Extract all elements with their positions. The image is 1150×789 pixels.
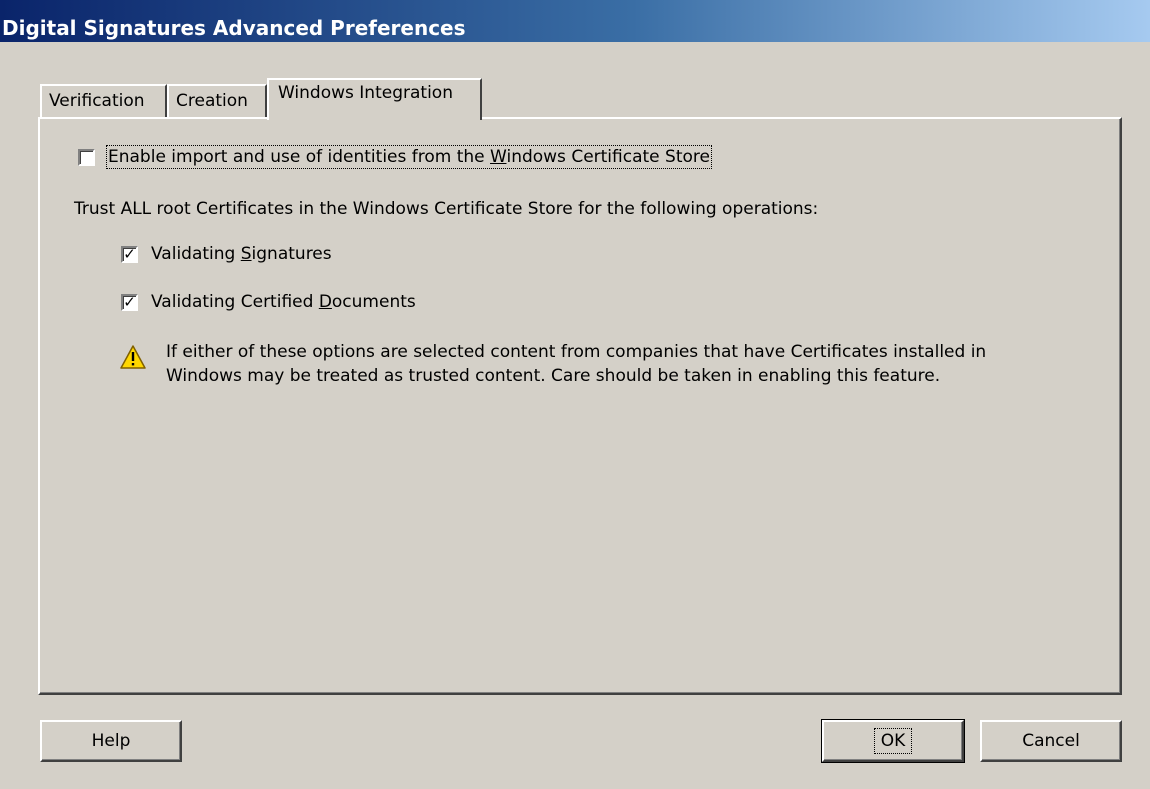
enable-import-label-pre: Enable import and use of identities from… (108, 147, 491, 167)
validating-certified-label[interactable]: Validating Certified Documents (151, 292, 416, 312)
cancel-button-label: Cancel (1022, 731, 1080, 751)
warning-message: If either of these options are selected … (166, 340, 1066, 388)
ok-button-label: OK (873, 728, 913, 754)
validating-certified-label-post: ocuments (331, 292, 416, 312)
enable-import-checkbox[interactable] (78, 149, 95, 166)
tab-creation[interactable]: Creation (167, 84, 267, 118)
validating-signatures-checkbox[interactable]: ✓ (121, 246, 138, 263)
validating-signatures-label-pre: Validating (151, 244, 241, 264)
window-title: Digital Signatures Advanced Preferences (0, 0, 1150, 42)
warning-line-1: If either of these options are selected … (166, 342, 987, 362)
tab-windows-integration[interactable]: Windows Integration (267, 78, 482, 120)
enable-import-label-post: indows Certificate Store (506, 147, 710, 167)
help-button[interactable]: Help (40, 720, 182, 762)
trust-heading: Trust ALL root Certificates in the Windo… (74, 199, 819, 219)
cancel-button[interactable]: Cancel (980, 720, 1122, 762)
enable-import-label-mnemonic: W (490, 147, 507, 167)
warning-triangle-icon (120, 345, 146, 369)
validating-certified-label-pre: Validating Certified (151, 292, 319, 312)
validating-signatures-label-post: ignatures (251, 244, 332, 264)
help-button-label: Help (91, 731, 131, 751)
validating-signatures-label-mnemonic: S (240, 244, 252, 264)
enable-import-label[interactable]: Enable import and use of identities from… (106, 145, 712, 169)
tab-verification[interactable]: Verification (40, 84, 167, 118)
validating-signatures-label[interactable]: Validating Signatures (151, 244, 332, 264)
validating-certified-label-mnemonic: D (318, 292, 332, 312)
validating-certified-checkbox[interactable]: ✓ (121, 294, 138, 311)
ok-button[interactable]: OK (821, 719, 965, 763)
warning-line-2: Windows may be treated as trusted conten… (166, 366, 941, 386)
